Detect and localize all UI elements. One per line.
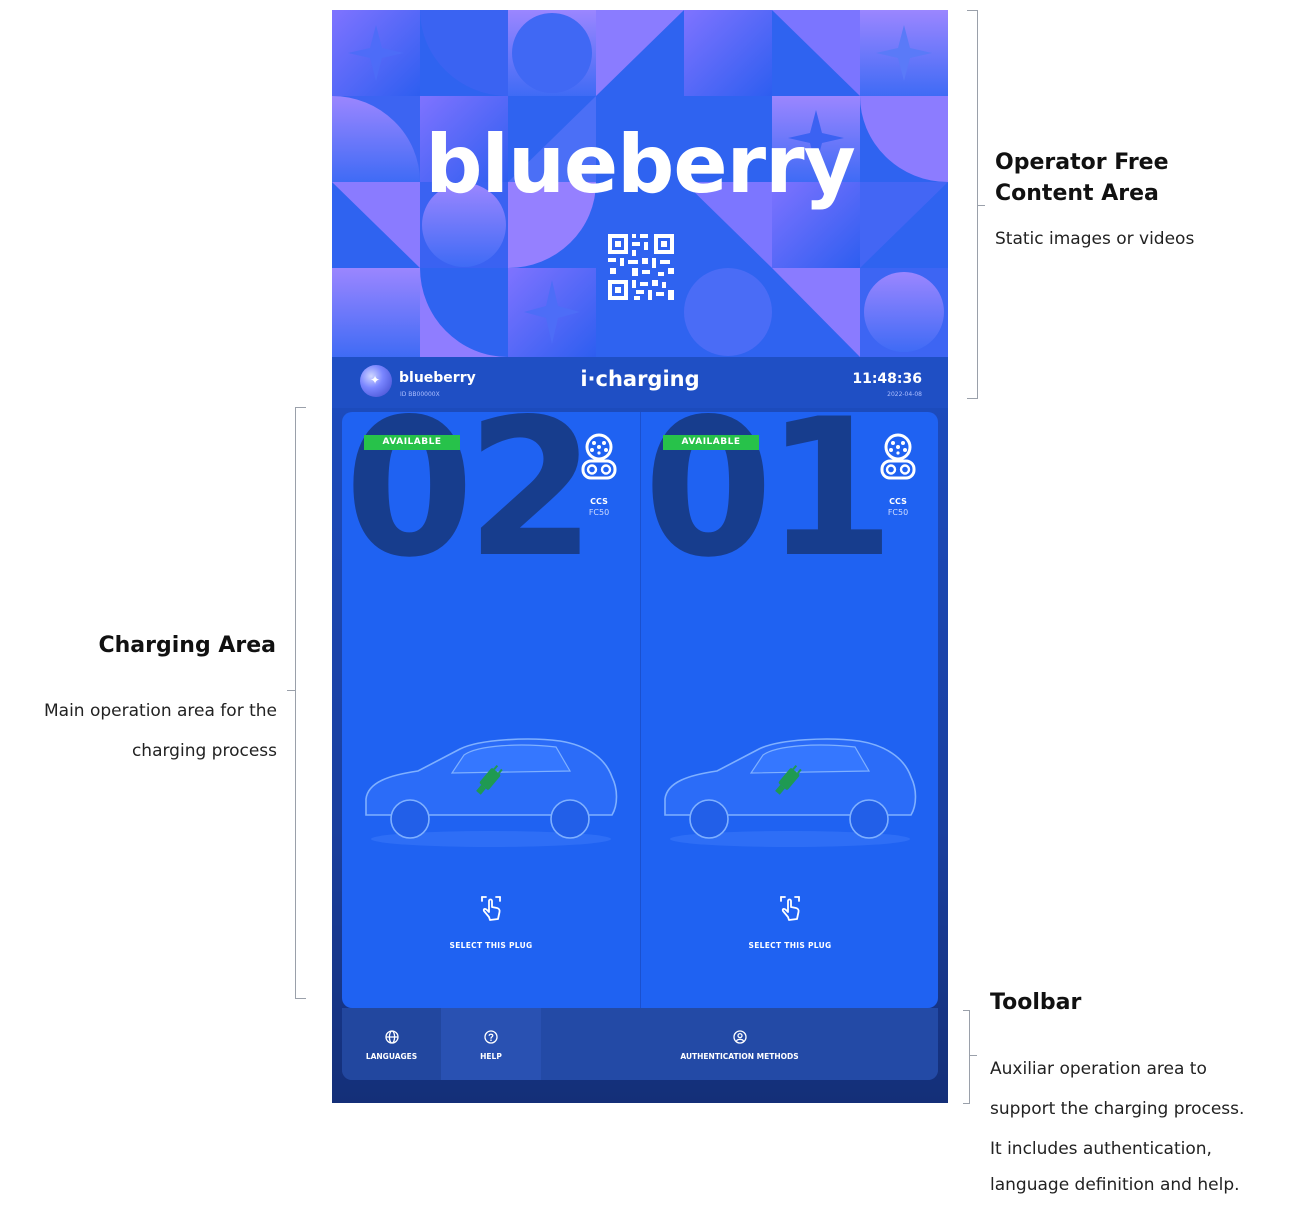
operator-content-banner: blueberry <box>332 10 948 357</box>
help-icon <box>484 1030 498 1044</box>
charging-area-bracket <box>295 407 306 999</box>
qr-code-icon[interactable] <box>606 232 676 302</box>
plug-panel-02[interactable]: 02 AVAILABLE CCS FC50 SELECT THIS PLUG <box>342 412 640 1008</box>
kiosk-screen: blueberry ✦ blueberry ID BB00000X i·char… <box>332 10 948 1103</box>
operator-area-title-line2: Content Area <box>995 181 1159 206</box>
charging-area-description-2: charging process <box>131 741 277 761</box>
languages-label: LANGUAGES <box>365 1052 418 1061</box>
toolbar-description-1: Auxiliar operation area to <box>990 1059 1207 1079</box>
ccs-connector-icon <box>581 433 617 480</box>
toolbar-bracket-tick <box>969 1055 977 1056</box>
operator-area-title-line1: Operator Free <box>995 150 1169 175</box>
plug-panel-01[interactable]: 01 AVAILABLE CCS FC50 SELECT THIS PLUG <box>640 412 938 1008</box>
help-button[interactable]: HELP <box>441 1008 541 1080</box>
tap-hand-icon[interactable] <box>478 893 504 923</box>
status-badge: AVAILABLE <box>663 435 759 450</box>
connector-model: FC50 <box>588 508 610 517</box>
user-circle-icon <box>732 1030 747 1044</box>
clock-date: 2022-04-08 <box>887 391 922 398</box>
charging-area: 02 AVAILABLE CCS FC50 SELECT THIS PLUG 0… <box>342 412 938 1008</box>
select-plug-button[interactable]: SELECT THIS PLUG <box>641 941 938 950</box>
authentication-methods-label: AUTHENTICATION METHODS <box>680 1052 799 1061</box>
connector-type: CCS <box>590 497 608 506</box>
toolbar-description-2: support the charging process. <box>990 1099 1245 1119</box>
toolbar-description-4: language definition and help. <box>990 1175 1240 1195</box>
select-plug-button[interactable]: SELECT THIS PLUG <box>342 941 640 950</box>
toolbar: LANGUAGES HELP AUTHENTICATION METHODS <box>342 1008 938 1080</box>
globe-icon <box>384 1030 399 1044</box>
station-id: ID BB00000X <box>400 391 440 398</box>
authentication-methods-button[interactable]: AUTHENTICATION METHODS <box>541 1008 938 1080</box>
connector-type: CCS <box>889 497 907 506</box>
charging-area-bracket-tick <box>287 690 295 691</box>
star-icon: ✦ <box>370 373 381 387</box>
car-icon <box>664 738 917 847</box>
car-icon <box>365 738 618 847</box>
app-title: i·charging <box>580 367 700 391</box>
clock-time: 11:48:36 <box>852 371 922 387</box>
app-header: ✦ blueberry ID BB00000X i·charging 11:48… <box>332 357 948 408</box>
toolbar-bracket <box>963 1010 970 1104</box>
toolbar-description-3: It includes authentication, <box>990 1139 1212 1159</box>
charging-area-title: Charging Area <box>98 633 276 658</box>
ccs-connector-icon <box>880 433 916 480</box>
status-badge: AVAILABLE <box>364 435 460 450</box>
operator-brand-logo: blueberry <box>425 118 855 211</box>
toolbar-title: Toolbar <box>990 990 1082 1015</box>
operator-area-description: Static images or videos <box>995 229 1195 249</box>
charging-area-description-1: Main operation area for the <box>43 701 277 721</box>
tap-hand-icon[interactable] <box>777 893 803 923</box>
connector-model: FC50 <box>887 508 909 517</box>
operator-area-bracket-tick <box>977 205 985 206</box>
help-label: HELP <box>480 1052 502 1061</box>
languages-button[interactable]: LANGUAGES <box>342 1008 441 1080</box>
header-brand: blueberry <box>399 370 476 386</box>
